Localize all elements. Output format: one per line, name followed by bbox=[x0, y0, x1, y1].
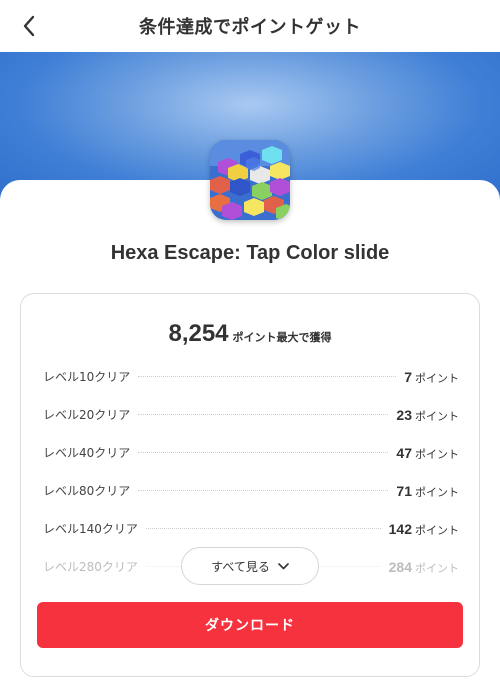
points-unit: ポイント bbox=[415, 523, 459, 537]
points-unit: ポイント bbox=[415, 485, 459, 499]
app-name: Hexa Escape: Tap Color slide bbox=[110, 242, 390, 264]
level-label: レベル40クリア bbox=[43, 445, 131, 460]
points-unit: ポイント bbox=[415, 561, 459, 575]
top-bar: 条件達成でポイントゲット bbox=[0, 0, 500, 52]
points-unit: ポイント bbox=[415, 447, 459, 461]
level-points: 142 bbox=[388, 520, 412, 537]
total-points-suffix: ポイント最大で獲得 bbox=[232, 331, 332, 344]
level-row: レベル80クリア 71 ポイント bbox=[43, 480, 459, 500]
level-points: 284 bbox=[388, 558, 412, 575]
see-all-button[interactable]: すべて見る bbox=[181, 547, 319, 585]
download-label: ダウンロード bbox=[205, 618, 295, 634]
level-row: レベル40クリア 47 ポイント bbox=[43, 442, 459, 462]
level-row: レベル140クリア 142 ポイント bbox=[43, 518, 459, 538]
total-points: 8,254 bbox=[168, 320, 229, 347]
chevron-down-icon bbox=[278, 562, 289, 570]
level-points: 7 bbox=[404, 368, 412, 385]
back-button[interactable] bbox=[14, 11, 44, 41]
dotted-leader bbox=[138, 375, 397, 377]
level-points: 23 bbox=[396, 406, 412, 423]
download-button[interactable]: ダウンロード bbox=[37, 602, 463, 648]
app-icon bbox=[210, 140, 290, 220]
reward-card: 8,254 ポイント最大で獲得 レベル10クリア 7 ポイント レベル20クリア 2… bbox=[20, 293, 480, 677]
dotted-leader bbox=[145, 527, 381, 529]
level-points: 47 bbox=[396, 444, 412, 461]
level-label: レベル10クリア bbox=[43, 369, 131, 384]
points-unit: ポイント bbox=[415, 371, 459, 385]
level-label: レベル140クリア bbox=[43, 521, 138, 536]
level-row: レベル20クリア 23 ポイント bbox=[43, 404, 459, 424]
points-unit: ポイント bbox=[415, 409, 459, 423]
level-label: レベル80クリア bbox=[43, 483, 131, 498]
level-label: レベル280クリア bbox=[43, 559, 138, 574]
total-reward: 8,254 ポイント最大で獲得 bbox=[21, 320, 479, 348]
dotted-leader bbox=[138, 451, 389, 453]
level-points: 71 bbox=[396, 482, 412, 499]
dotted-leader bbox=[138, 413, 389, 415]
level-label: レベル20クリア bbox=[43, 407, 131, 422]
see-all-label: すべて見る bbox=[211, 559, 270, 574]
page-title: 条件達成でポイントゲット bbox=[139, 17, 361, 38]
level-row: レベル10クリア 7 ポイント bbox=[43, 366, 459, 386]
dotted-leader bbox=[138, 489, 389, 491]
chevron-left-icon bbox=[23, 15, 35, 37]
